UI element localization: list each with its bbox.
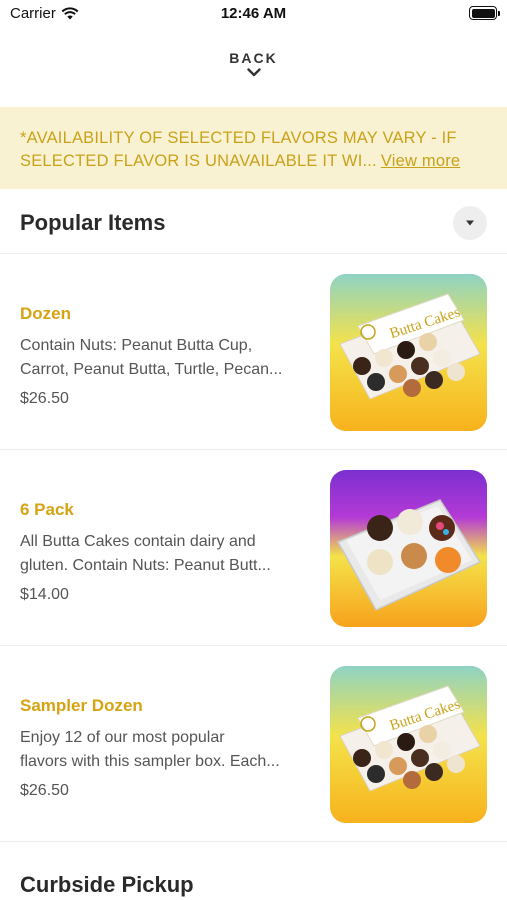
notice-text: *AVAILABILITY OF SELECTED FLAVORS MAY VA… <box>20 127 487 173</box>
item-name: Dozen <box>20 304 71 323</box>
item-description: Contain Nuts: Peanut Butta Cup, Carrot, … <box>20 337 283 378</box>
item-image-six-pack-box <box>330 470 487 627</box>
section-header-popular: Popular Items <box>0 190 507 254</box>
menu-item[interactable]: Sampler Dozen Enjoy 12 of our most popul… <box>0 646 507 842</box>
item-name: 6 Pack <box>20 500 74 519</box>
item-price: $14.00 <box>20 586 69 603</box>
back-button[interactable]: BACK <box>0 50 507 77</box>
clock: 12:46 AM <box>220 5 287 22</box>
section-title: Popular Items <box>20 210 166 235</box>
item-details: Dozen Contain Nuts: Peanut Butta Cup, Ca… <box>20 304 316 408</box>
item-price: $26.50 <box>20 390 69 407</box>
collapse-section-button[interactable] <box>453 206 487 240</box>
item-name: Sampler Dozen <box>20 696 143 715</box>
item-description: All Butta Cakes contain dairy and gluten… <box>20 533 271 574</box>
item-image-sampler-box: Butta Cakes <box>330 666 487 823</box>
view-more-link[interactable]: View more <box>381 152 460 170</box>
status-bar: Carrier 12:46 AM <box>0 0 507 30</box>
item-details: 6 Pack All Butta Cakes contain dairy and… <box>20 500 316 604</box>
menu-item[interactable]: 6 Pack All Butta Cakes contain dairy and… <box>0 450 507 646</box>
item-details: Sampler Dozen Enjoy 12 of our most popul… <box>20 696 316 800</box>
back-label: BACK <box>229 50 278 66</box>
item-image-cupcake-box: Butta Cakes <box>330 274 487 431</box>
availability-notice: *AVAILABILITY OF SELECTED FLAVORS MAY VA… <box>0 107 507 189</box>
item-price: $26.50 <box>20 782 69 799</box>
menu-item[interactable]: Dozen Contain Nuts: Peanut Butta Cup, Ca… <box>0 254 507 450</box>
caret-down-icon <box>466 220 474 226</box>
battery-icon <box>469 6 500 20</box>
item-description: Enjoy 12 of our most popular flavors wit… <box>20 729 280 770</box>
section-title-curbside: Curbside Pickup <box>20 872 194 897</box>
chevron-down-icon <box>246 68 261 77</box>
